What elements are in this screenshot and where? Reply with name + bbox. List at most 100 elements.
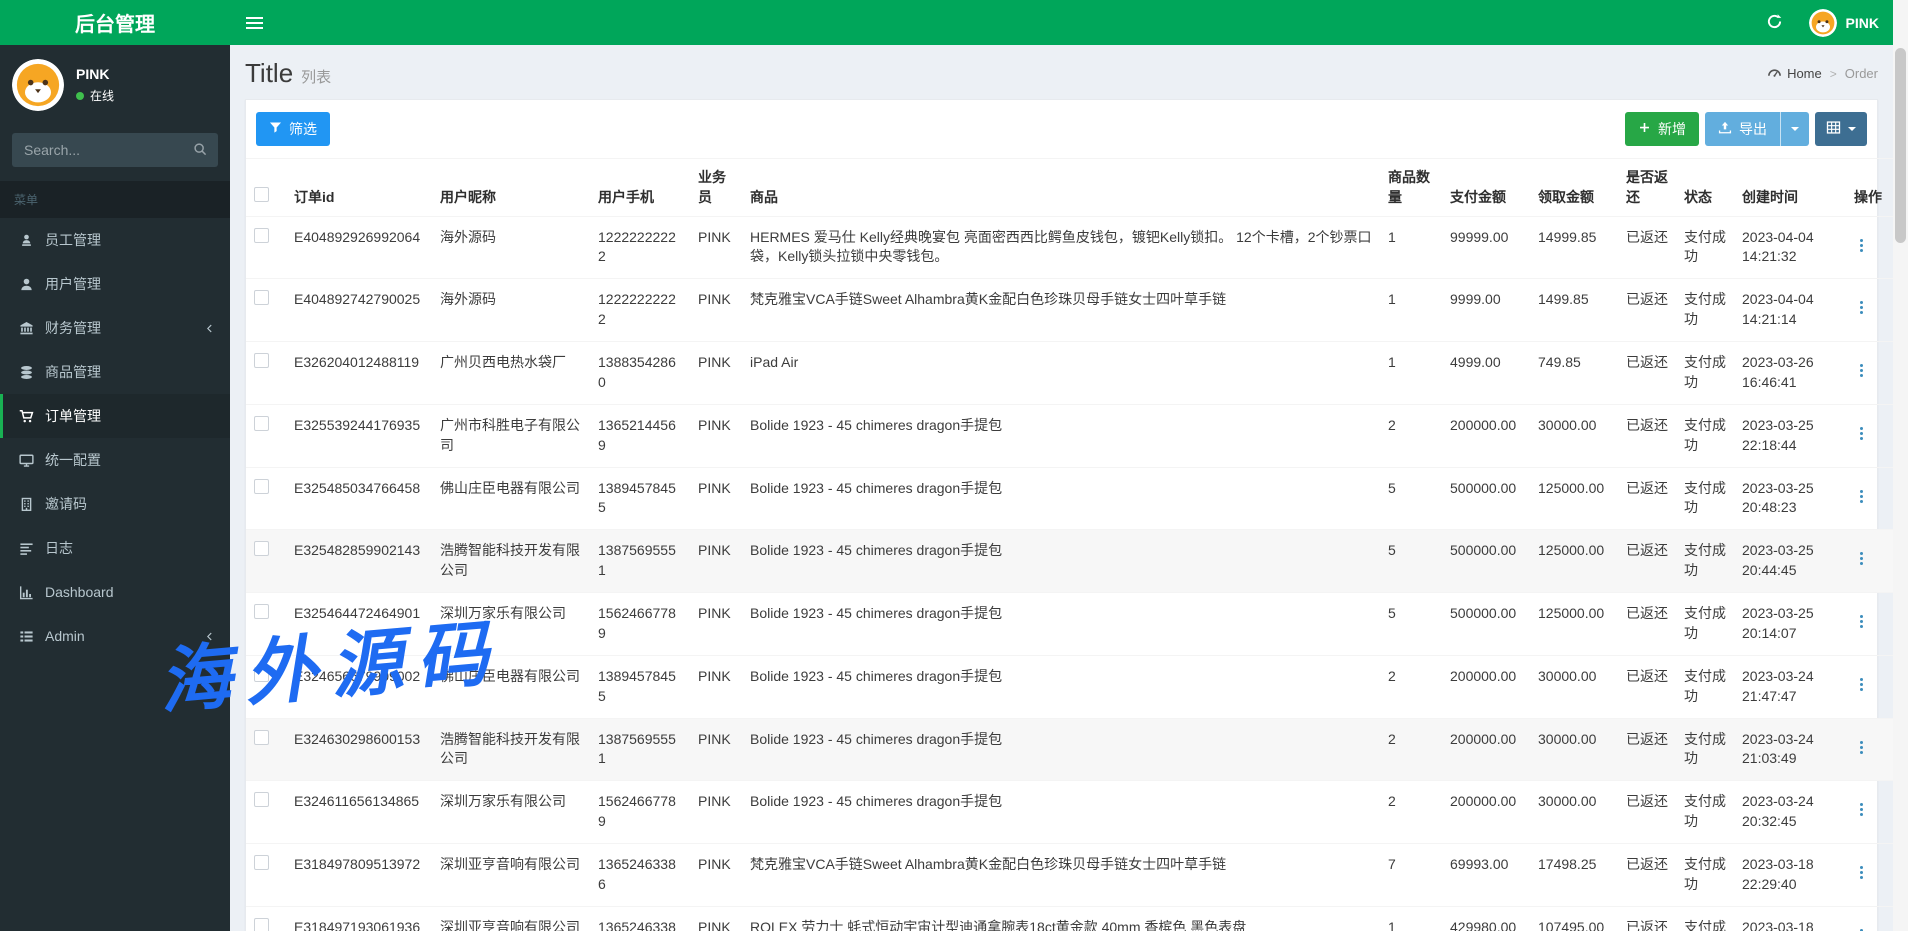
- user-avatar: [12, 59, 64, 111]
- row-checkbox[interactable]: [254, 604, 269, 620]
- sidebar-item-label: 订单管理: [45, 408, 101, 424]
- columns-toggle-button[interactable]: [1815, 112, 1867, 146]
- row-checkbox[interactable]: [254, 855, 269, 871]
- row-checkbox[interactable]: [254, 478, 269, 494]
- pay-amount-cell: 69993.00: [1442, 843, 1530, 907]
- pay-amount-cell: 200000.00: [1442, 654, 1530, 719]
- sidebar-item-unified-config[interactable]: 统一配置: [0, 438, 230, 482]
- row-checkbox[interactable]: [254, 415, 269, 431]
- status-cell: 支付成功: [1676, 403, 1734, 468]
- agent-cell: PINK: [690, 403, 742, 468]
- row-actions-button[interactable]: [1854, 676, 1869, 693]
- sidebar-toggle-button[interactable]: [230, 0, 279, 45]
- scrollbar-thumb[interactable]: [1895, 48, 1906, 243]
- navbar-user-avatar: [1808, 8, 1837, 37]
- row-checkbox[interactable]: [254, 227, 269, 243]
- row-actions-button[interactable]: [1854, 613, 1869, 630]
- row-actions-button[interactable]: [1854, 927, 1869, 931]
- building-icon: [17, 497, 35, 512]
- sidebar-item-label: 统一配置: [45, 452, 101, 468]
- table-header-8: 是否返还: [1618, 158, 1676, 217]
- product-cell: iPad Air: [742, 341, 1380, 405]
- table-header-3: 业务员: [690, 158, 742, 217]
- sidebar-item-users[interactable]: 用户管理: [0, 262, 230, 306]
- breadcrumb-home-link[interactable]: Home: [1787, 66, 1822, 81]
- created-time-cell: 2023-03-25 20:14:07: [1734, 592, 1846, 656]
- row-actions-button[interactable]: [1854, 299, 1869, 316]
- row-checkbox[interactable]: [254, 666, 269, 682]
- scrollbar-track[interactable]: [1893, 0, 1908, 931]
- table-header-5: 商品数量: [1380, 158, 1442, 217]
- row-checkbox[interactable]: [254, 290, 269, 306]
- row-actions-button[interactable]: [1854, 550, 1869, 567]
- add-button[interactable]: 新增: [1625, 112, 1699, 146]
- receive-amount-cell: 30000.00: [1530, 654, 1618, 719]
- sidebar-item-orders[interactable]: 订单管理: [0, 394, 230, 438]
- agent-cell: PINK: [690, 654, 742, 719]
- product-cell: HERMES 爱马仕 Kelly经典晚宴包 亮面密西西比鳄鱼皮钱包，镀钯Kell…: [742, 215, 1380, 279]
- row-checkbox[interactable]: [254, 917, 269, 931]
- phone-cell: 12222222222: [590, 215, 690, 279]
- sidebar-item-invite-code[interactable]: 邀请码: [0, 482, 230, 526]
- receive-amount-cell: 30000.00: [1530, 717, 1618, 781]
- agent-cell: PINK: [690, 341, 742, 405]
- sidebar-item-logs[interactable]: 日志: [0, 526, 230, 570]
- sidebar-item-finance[interactable]: 财务管理: [0, 306, 230, 350]
- pay-amount-cell: 200000.00: [1442, 403, 1530, 468]
- sidebar-item-staff[interactable]: 员工管理: [0, 218, 230, 262]
- nickname-cell: 浩腾智能科技开发有限公司: [432, 717, 590, 781]
- order-id-cell: E325464472464901: [286, 592, 432, 656]
- row-checkbox[interactable]: [254, 353, 269, 369]
- phone-cell: 13875695551: [590, 529, 690, 593]
- table-row: E318497809513972 深圳亚亨音响有限公司 13652463386 PIN…: [246, 843, 1894, 907]
- row-checkbox[interactable]: [254, 729, 269, 745]
- row-actions-button[interactable]: [1854, 362, 1869, 379]
- table-row: E325482859902143 浩腾智能科技开发有限公司 13875695551 P…: [246, 529, 1894, 593]
- breadcrumb: Home > Order: [1767, 65, 1878, 83]
- row-actions-button[interactable]: [1854, 488, 1869, 505]
- export-button[interactable]: 导出: [1705, 112, 1780, 146]
- table-row: E318497193061936深圳亚亨音响有限公司13652463386PIN…: [246, 905, 1894, 931]
- row-checkbox[interactable]: [254, 541, 269, 557]
- pay-amount-cell: 200000.00: [1442, 780, 1530, 844]
- product-cell: Bolide 1923 - 45 chimeres dragon手提包: [742, 717, 1380, 781]
- returned-cell: 已返还: [1618, 215, 1676, 279]
- row-checkbox[interactable]: [254, 792, 269, 808]
- receive-amount-cell: 749.85: [1530, 341, 1618, 405]
- returned-cell: 已返还: [1618, 717, 1676, 781]
- sidebar-item-label: 用户管理: [45, 276, 101, 292]
- search-button[interactable]: [186, 137, 214, 163]
- sidebar-item-goods[interactable]: 商品管理: [0, 350, 230, 394]
- phone-cell: 13875695551: [590, 717, 690, 781]
- export-button-label: 导出: [1739, 121, 1767, 137]
- created-time-cell: 2023-03-24 20:32:45: [1734, 780, 1846, 844]
- bar-chart-icon: [17, 585, 35, 600]
- product-cell: Bolide 1923 - 45 chimeres dragon手提包: [742, 466, 1380, 530]
- qty-cell: 1: [1380, 341, 1442, 405]
- select-all-checkbox[interactable]: [254, 187, 269, 203]
- filter-button[interactable]: 筛选: [256, 112, 330, 146]
- export-dropdown-caret[interactable]: [1780, 112, 1809, 146]
- table-row: E404892926992064 海外源码 12222222222 PINK HERME…: [246, 215, 1894, 279]
- phone-cell: 12222222222: [590, 278, 690, 342]
- refresh-icon: [1766, 13, 1783, 33]
- row-actions-button[interactable]: [1854, 237, 1869, 254]
- phone-cell: 13894578455: [590, 654, 690, 719]
- row-actions-button[interactable]: [1854, 864, 1869, 881]
- sidebar-user-name: PINK: [76, 66, 110, 82]
- sidebar-item-admin[interactable]: Admin: [0, 614, 230, 658]
- bank-icon: [17, 321, 35, 336]
- app-logo[interactable]: 后台管理: [0, 0, 230, 45]
- created-time-cell: 2023-03-25 20:48:23: [1734, 466, 1846, 530]
- created-time-cell: 2023-03-25 20:44:45: [1734, 529, 1846, 593]
- row-actions-button[interactable]: [1854, 801, 1869, 818]
- refresh-button[interactable]: [1766, 13, 1783, 33]
- sidebar-item-dashboard[interactable]: Dashboard: [0, 570, 230, 614]
- nickname-cell: 深圳亚亨音响有限公司: [432, 843, 590, 907]
- row-actions-button[interactable]: [1854, 425, 1869, 442]
- order-id-cell: E324656679909002: [286, 654, 432, 719]
- navbar-user-menu[interactable]: PINK: [1808, 8, 1879, 37]
- row-actions-button[interactable]: [1854, 739, 1869, 756]
- order-id-cell: E325482859902143: [286, 529, 432, 593]
- returned-cell: 已返还: [1618, 905, 1676, 931]
